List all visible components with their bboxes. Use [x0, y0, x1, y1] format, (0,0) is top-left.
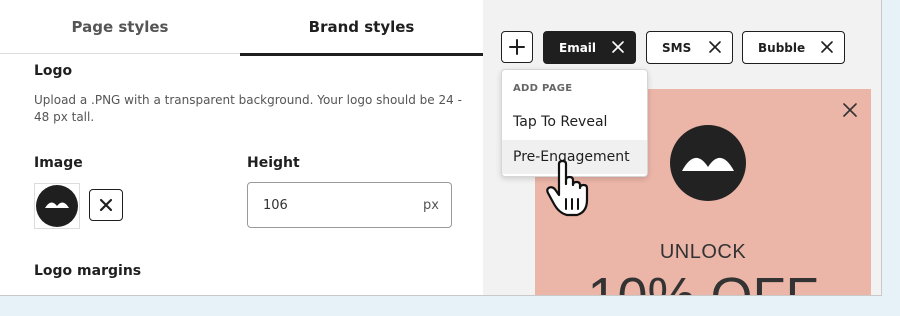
preview-offer-text: 10% OFF [535, 269, 871, 295]
page-chip-bubble[interactable]: Bubble [742, 31, 845, 64]
logo-thumbnail[interactable] [34, 183, 80, 229]
close-icon[interactable] [843, 103, 857, 117]
page-chip-email[interactable]: Email [543, 31, 636, 64]
chip-label: Email [559, 40, 597, 55]
brand-logo-icon [36, 185, 78, 227]
height-unit: px [423, 198, 439, 213]
logo-margins-title: Logo margins [34, 263, 142, 279]
chip-label: SMS [662, 40, 692, 55]
preview-logo [670, 125, 746, 201]
editor-window: Page styles Brand styles Logo Upload a .… [0, 0, 882, 296]
close-icon [99, 198, 113, 212]
tab-brand-styles[interactable]: Brand styles [240, 0, 483, 56]
tab-page-styles[interactable]: Page styles [0, 0, 240, 54]
dropdown-header: ADD PAGE [513, 83, 573, 94]
tab-bar: Page styles Brand styles [0, 0, 483, 56]
menu-item-tap-to-reveal[interactable]: Tap To Reveal [502, 105, 647, 139]
logo-help-text: Upload a .PNG with a transparent backgro… [34, 93, 462, 124]
image-label: Image [34, 155, 83, 171]
height-label: Height [247, 155, 300, 171]
settings-panel: Page styles Brand styles Logo Upload a .… [0, 0, 483, 295]
logo-section-title: Logo [34, 63, 73, 79]
add-page-button[interactable] [501, 31, 533, 63]
remove-logo-button[interactable] [89, 189, 123, 221]
height-value: 106 [263, 198, 288, 213]
brand-logo-icon [682, 157, 734, 171]
plus-icon [509, 39, 525, 55]
close-icon[interactable] [708, 40, 722, 54]
page-chip-sms[interactable]: SMS [646, 31, 733, 64]
preview-unlock-text: UNLOCK [659, 241, 747, 263]
hand-cursor-icon [546, 160, 589, 217]
close-icon[interactable] [611, 40, 625, 54]
close-icon[interactable] [820, 40, 834, 54]
chip-label: Bubble [758, 40, 806, 55]
height-input[interactable]: 106 px [247, 182, 452, 228]
